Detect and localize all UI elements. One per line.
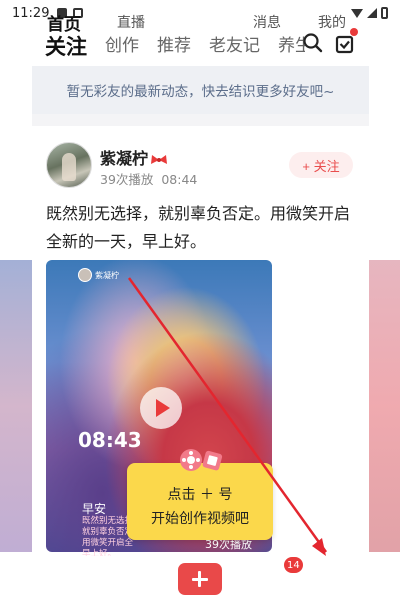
- tab-create[interactable]: 创作: [105, 31, 139, 61]
- post-text[interactable]: 既然别无选择，就别辜负否定。用微笑开启全新的一天，早上好。: [46, 200, 358, 256]
- blurred-background-left: [0, 260, 32, 552]
- avatar[interactable]: [46, 142, 92, 188]
- nav-home[interactable]: 首页: [47, 10, 81, 35]
- post-meta: 39次播放 08:44: [100, 169, 197, 188]
- tab-health[interactable]: 养生: [278, 31, 305, 61]
- post-plays: 39次播放: [100, 172, 154, 187]
- post-author[interactable]: 紫凝柠: [100, 145, 168, 169]
- messages-badge: 14: [284, 557, 303, 573]
- tab-recommend[interactable]: 推荐: [157, 31, 191, 61]
- tab-old-friends[interactable]: 老友记: [209, 31, 260, 61]
- post-author-name: 紫凝柠: [100, 149, 149, 168]
- follow-button[interactable]: + 关注: [289, 152, 353, 178]
- video-author-avatar: [78, 268, 92, 282]
- signal-icon: [367, 8, 377, 18]
- nav-messages[interactable]: 消息: [253, 12, 281, 32]
- create-tip-line1: 点击 ＋ 号: [167, 487, 233, 503]
- bow-icon: [151, 154, 168, 164]
- battery-icon: [381, 7, 388, 19]
- play-icon[interactable]: [140, 387, 182, 429]
- nav-me[interactable]: 我的: [318, 12, 346, 32]
- create-tip-line2: 开始创作视频吧: [151, 511, 249, 527]
- video-author-name: 紫凝柠: [95, 270, 119, 280]
- video-create-icon: [180, 449, 223, 471]
- tab-following[interactable]: 关注: [45, 31, 87, 61]
- post-time: 08:44: [161, 172, 198, 187]
- video-author-tag: 紫凝柠: [78, 268, 119, 282]
- blurred-background-right: [369, 260, 400, 552]
- create-plus-button[interactable]: [178, 563, 222, 595]
- wifi-icon: [351, 8, 363, 18]
- task-notification-dot: [350, 28, 358, 36]
- empty-friends-notice[interactable]: 暂无彩友的最新动态，快去结识更多好友吧~: [32, 66, 369, 114]
- search-icon[interactable]: [302, 32, 324, 54]
- video-morning-text: 早安: [82, 502, 107, 516]
- status-time: 11:29: [12, 5, 50, 21]
- nav-live[interactable]: 直播: [117, 12, 145, 32]
- video-clock: 08:43: [78, 428, 142, 452]
